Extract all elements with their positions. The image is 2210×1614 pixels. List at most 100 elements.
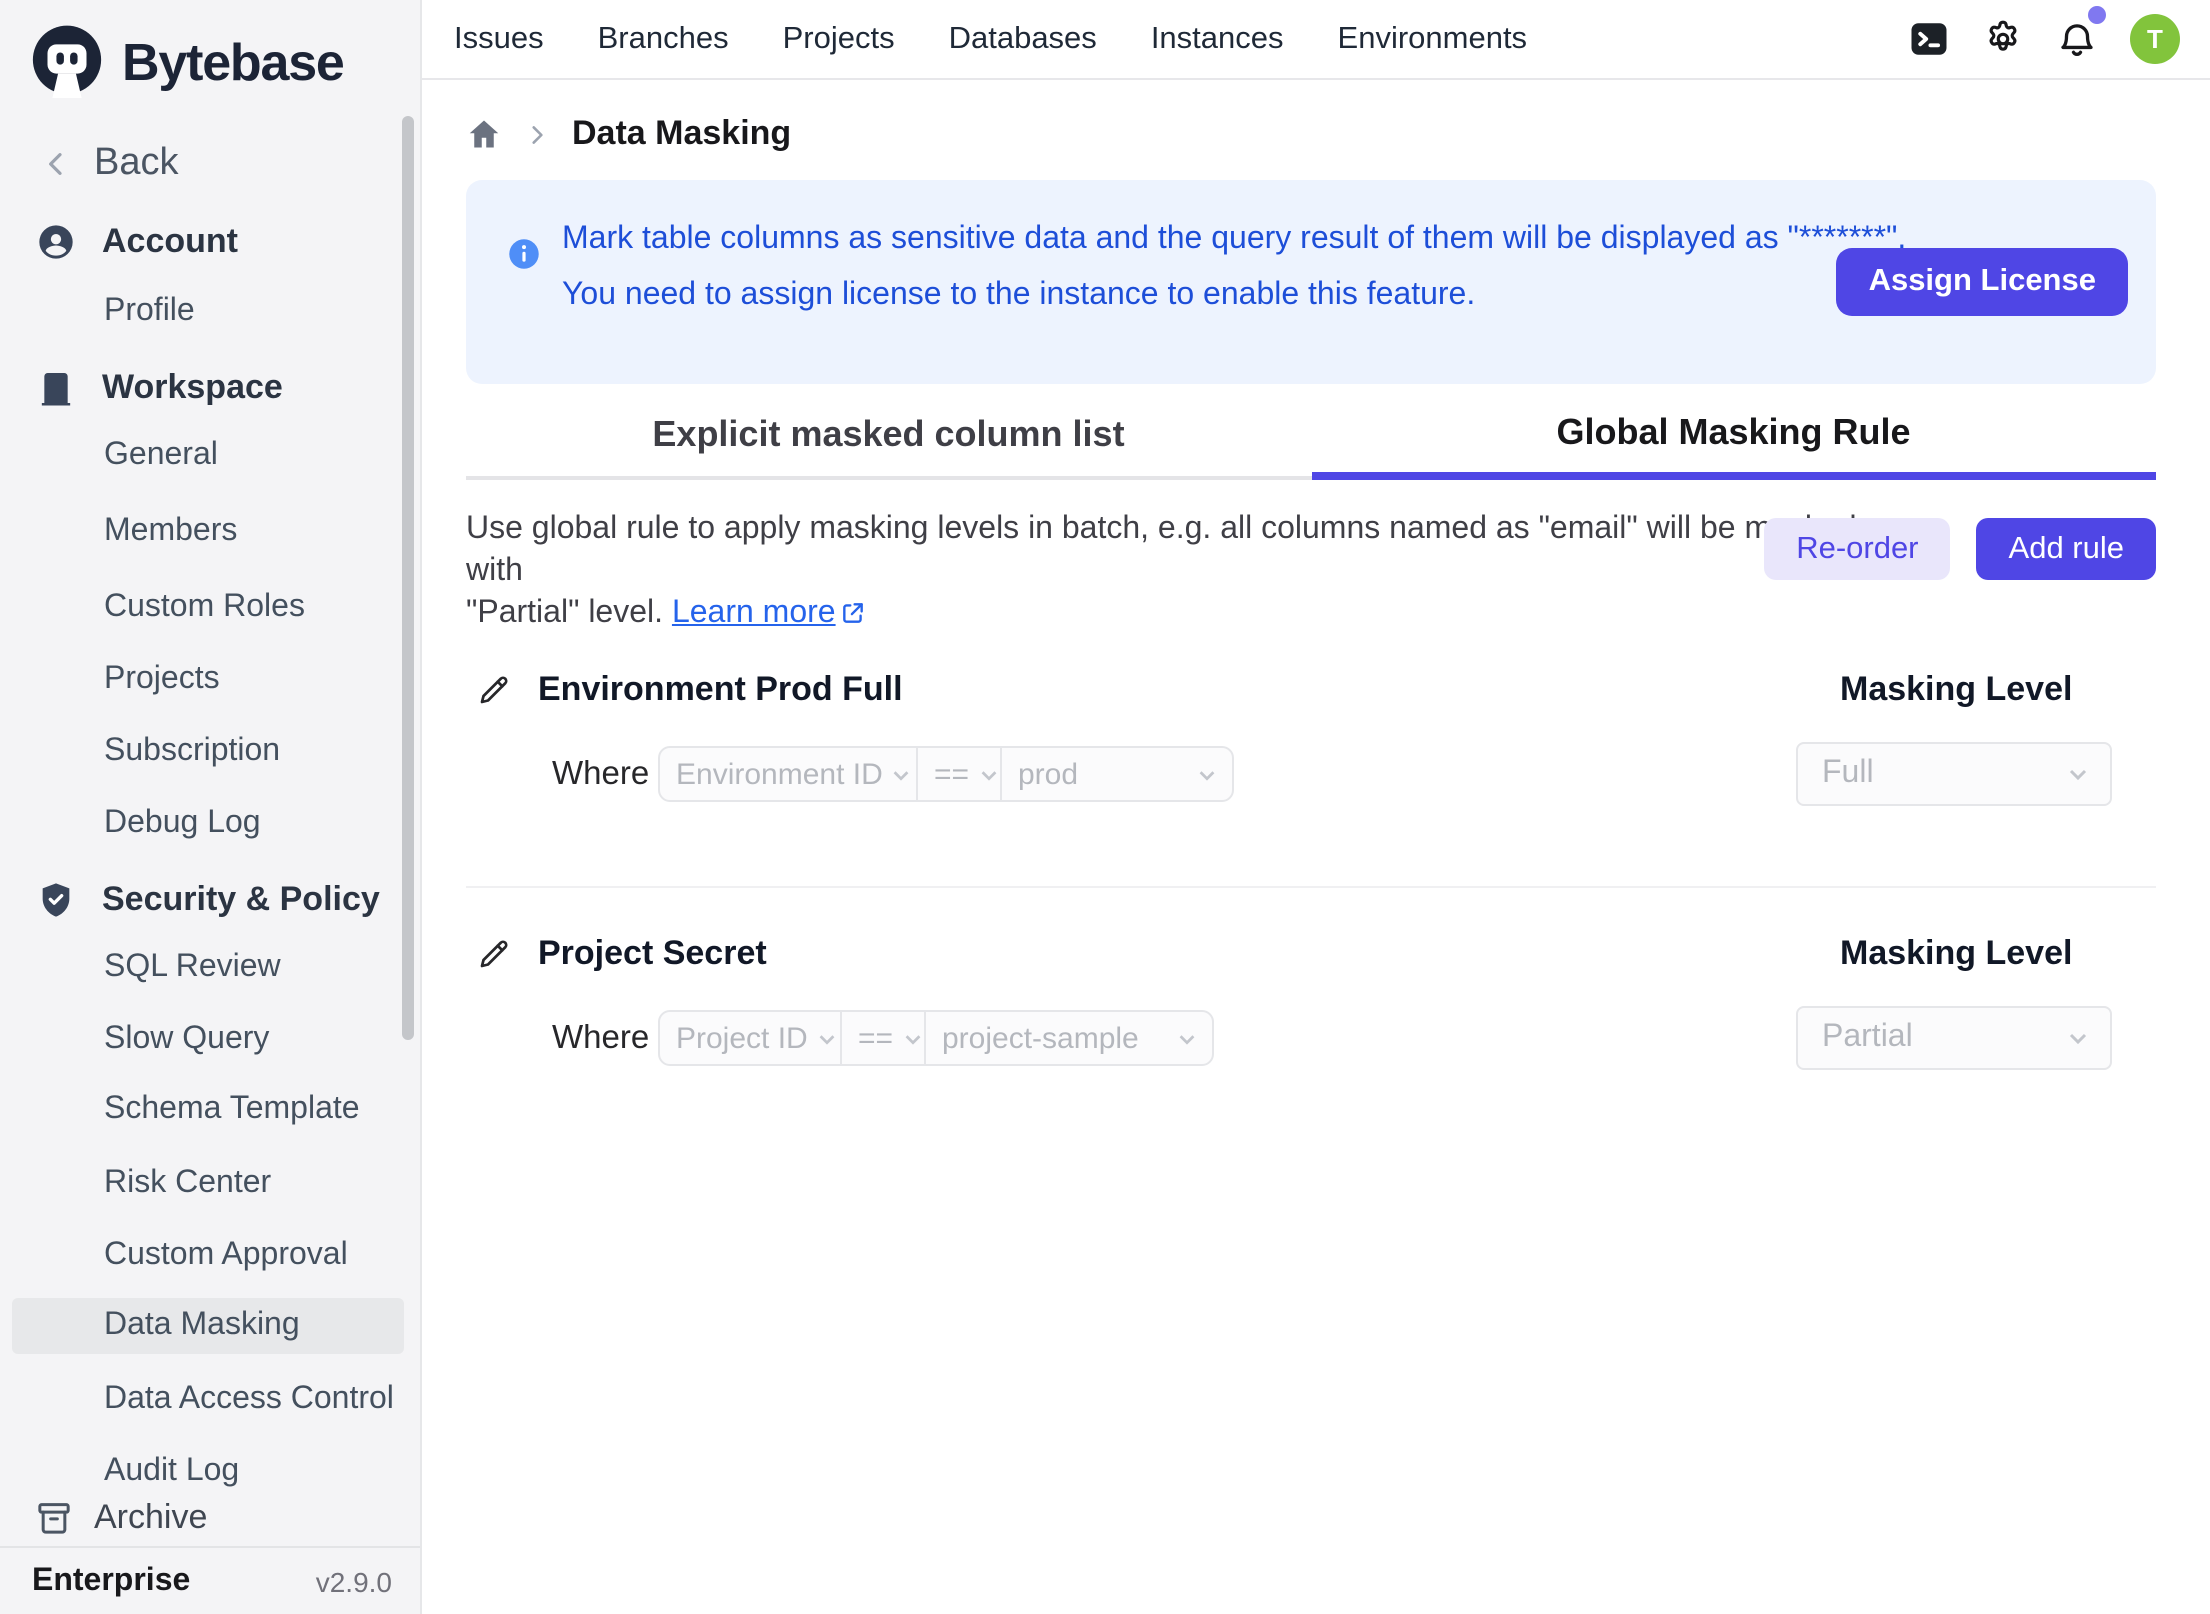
sidebar-item-subscription[interactable]: Subscription [0, 724, 420, 780]
avatar[interactable]: T [2130, 14, 2180, 64]
sidebar: Bytebase Back Account Profile Workspace … [0, 0, 422, 1614]
edit-pencil-icon[interactable] [476, 672, 512, 708]
bytebase-app: Bytebase Back Account Profile Workspace … [0, 0, 2210, 1614]
section-label: Workspace [102, 368, 283, 408]
rule-row-project-secret: Project Secret Masking Level [466, 926, 2156, 982]
tab-explicit-masked-column-list[interactable]: Explicit masked column list [466, 394, 1311, 480]
condition-group: Environment ID == prod [658, 746, 1234, 802]
learn-more-link[interactable]: Learn more [672, 592, 866, 634]
masking-level-select[interactable]: Partial [1796, 1006, 2112, 1070]
shield-check-icon [36, 880, 76, 920]
settings-button[interactable] [1982, 18, 2024, 60]
sidebar-scrollbar-thumb[interactable] [402, 116, 414, 1040]
chevron-left-icon [40, 148, 72, 180]
bytebase-logo-icon [28, 22, 106, 104]
section-label: Security & Policy [102, 880, 380, 920]
assign-license-button[interactable]: Assign License [1837, 248, 2128, 316]
sidebar-item-data-access-control[interactable]: Data Access Control [0, 1372, 420, 1428]
section-label: Account [102, 222, 238, 262]
nav-item-projects[interactable]: Projects [783, 21, 895, 57]
condition-value-select[interactable]: prod [1000, 748, 1232, 800]
rule-name: Project Secret [538, 934, 767, 974]
nav-item-instances[interactable]: Instances [1151, 21, 1284, 57]
plan-label: Enterprise [32, 1563, 190, 1599]
top-nav: Issues Branches Projects Databases Insta… [422, 21, 1527, 57]
condition-field-value: Project ID [676, 1021, 808, 1055]
breadcrumb-separator [524, 121, 550, 147]
learn-more-label: Learn more [672, 592, 836, 634]
masking-level-label: Masking Level [1840, 934, 2072, 974]
condition-operator-select[interactable]: == [916, 748, 1000, 800]
sidebar-nav: Account Profile Workspace General Member… [0, 192, 420, 1494]
nav-item-environments[interactable]: Environments [1338, 21, 1528, 57]
condition-field-value: Environment ID [676, 757, 883, 791]
rule-row-environment-prod-full: Environment Prod Full Masking Level [466, 662, 2156, 718]
chevron-down-icon [816, 1027, 838, 1049]
condition-operator-select[interactable]: == [840, 1012, 924, 1064]
chevron-down-icon [891, 763, 913, 785]
gear-icon [1982, 18, 2024, 60]
sidebar-section-account: Account [0, 214, 420, 270]
sidebar-item-audit-log[interactable]: Audit Log [0, 1444, 420, 1494]
tab-bar: Explicit masked column list Global Maski… [466, 394, 2156, 480]
masking-level-value: Full [1822, 756, 1874, 792]
sidebar-item-custom-approval[interactable]: Custom Approval [0, 1228, 420, 1284]
condition-field-select[interactable]: Environment ID [660, 748, 916, 800]
nav-item-issues[interactable]: Issues [454, 21, 544, 57]
sql-editor-terminal-button[interactable] [1908, 18, 1950, 60]
sidebar-item-sql-review[interactable]: SQL Review [0, 940, 420, 996]
breadcrumb: Data Masking [466, 106, 791, 162]
toolbar-buttons: Re-order Add rule [1764, 518, 2156, 580]
masking-level-select[interactable]: Full [1796, 742, 2112, 806]
version-label: v2.9.0 [316, 1565, 392, 1597]
notifications-button[interactable] [2056, 18, 2098, 60]
home-icon [466, 116, 502, 152]
where-label: Where [552, 746, 649, 802]
sidebar-item-general[interactable]: General [0, 428, 420, 484]
license-banner: Mark table columns as sensitive data and… [466, 180, 2156, 384]
add-rule-button[interactable]: Add rule [1977, 518, 2156, 580]
reorder-button[interactable]: Re-order [1764, 518, 1950, 580]
sidebar-item-members[interactable]: Members [0, 504, 420, 560]
sidebar-item-projects[interactable]: Projects [0, 652, 420, 708]
sidebar-item-data-masking[interactable]: Data Masking [12, 1298, 404, 1354]
condition-field-select[interactable]: Project ID [660, 1012, 840, 1064]
sidebar-item-archive[interactable]: Archive [0, 1490, 420, 1546]
back-button[interactable]: Back [40, 136, 179, 192]
sidebar-item-slow-query[interactable]: Slow Query [0, 1012, 420, 1068]
building-icon [36, 368, 76, 408]
sidebar-section-workspace: Workspace [0, 360, 420, 416]
nav-item-databases[interactable]: Databases [949, 21, 1097, 57]
chevron-down-icon [1196, 763, 1218, 785]
info-icon [508, 238, 540, 270]
archive-icon [34, 1498, 74, 1538]
condition-value-select[interactable]: project-sample [924, 1012, 1212, 1064]
condition-operator-value: == [858, 1021, 893, 1055]
sidebar-item-custom-roles[interactable]: Custom Roles [0, 580, 420, 636]
edit-pencil-icon[interactable] [476, 936, 512, 972]
sidebar-item-debug-log[interactable]: Debug Log [0, 796, 420, 852]
sidebar-item-profile[interactable]: Profile [0, 284, 420, 340]
home-breadcrumb-button[interactable] [466, 116, 502, 152]
chevron-right-icon [524, 121, 550, 147]
rules-description: Use global rule to apply masking levels … [466, 508, 1866, 634]
brand-logo[interactable]: Bytebase [28, 22, 344, 104]
external-link-icon [840, 600, 866, 626]
back-label: Back [94, 142, 179, 186]
description-line-2: "Partial" level. [466, 596, 663, 630]
terminal-icon [1908, 18, 1950, 60]
sidebar-item-risk-center[interactable]: Risk Center [0, 1156, 420, 1212]
condition-group: Project ID == project-sample [658, 1010, 1214, 1066]
notification-dot [2088, 6, 2106, 24]
masking-level-value: Partial [1822, 1020, 1913, 1056]
sidebar-item-schema-template[interactable]: Schema Template [0, 1082, 420, 1138]
chevron-down-icon [2066, 1026, 2090, 1050]
tab-global-masking-rule[interactable]: Global Masking Rule [1311, 394, 2156, 480]
top-bar: Issues Branches Projects Databases Insta… [422, 0, 2210, 80]
user-circle-icon [36, 222, 76, 262]
sidebar-section-security-policy: Security & Policy [0, 872, 420, 928]
rules-toolbar: Use global rule to apply masking levels … [466, 508, 2156, 600]
archive-label: Archive [94, 1498, 207, 1538]
rule-name: Environment Prod Full [538, 670, 903, 710]
nav-item-branches[interactable]: Branches [598, 21, 729, 57]
